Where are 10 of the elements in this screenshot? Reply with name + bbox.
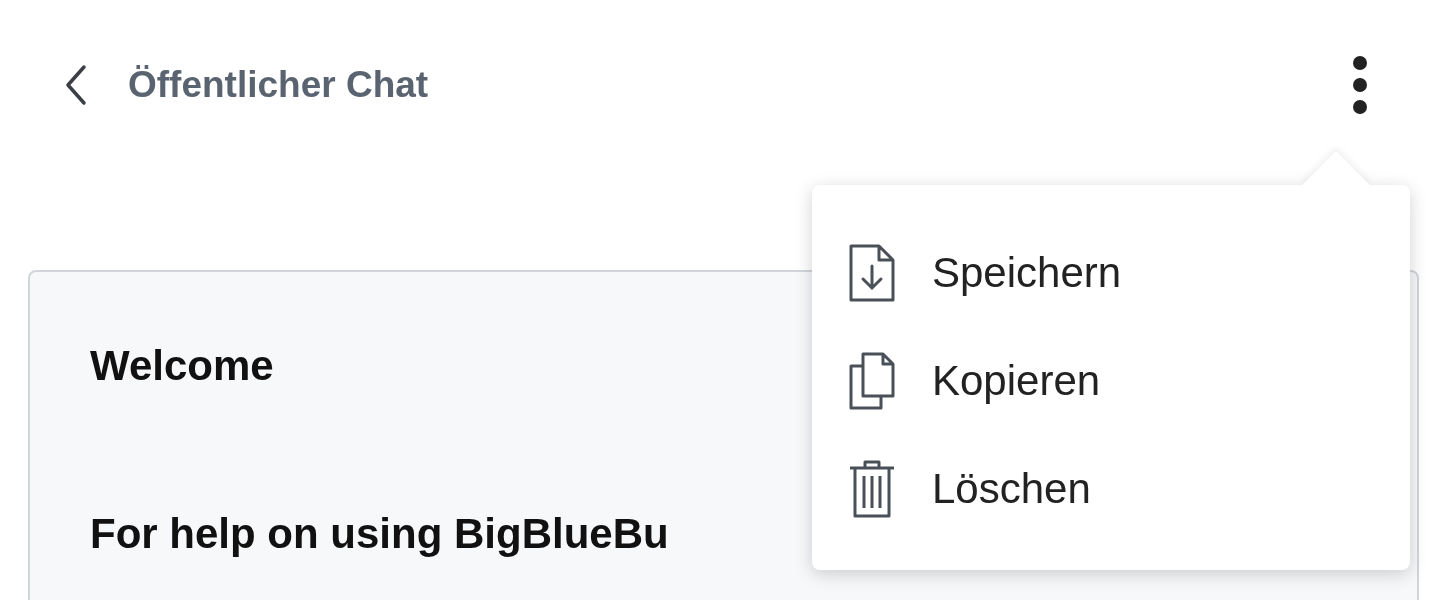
- welcome-text: For help on using BigBlueBu: [90, 510, 669, 558]
- copy-icon: [847, 350, 897, 412]
- menu-item[interactable]: Kopieren: [812, 327, 1131, 435]
- menu-item[interactable]: Löschen: [812, 435, 1121, 543]
- welcome-title: Welcome: [90, 342, 274, 390]
- more-options-button[interactable]: [1350, 55, 1370, 115]
- trash-icon: [847, 458, 897, 520]
- chat-title: Öffentlicher Chat: [128, 64, 430, 106]
- file-download-icon: [847, 242, 897, 304]
- menu-item[interactable]: Speichern: [812, 219, 1152, 327]
